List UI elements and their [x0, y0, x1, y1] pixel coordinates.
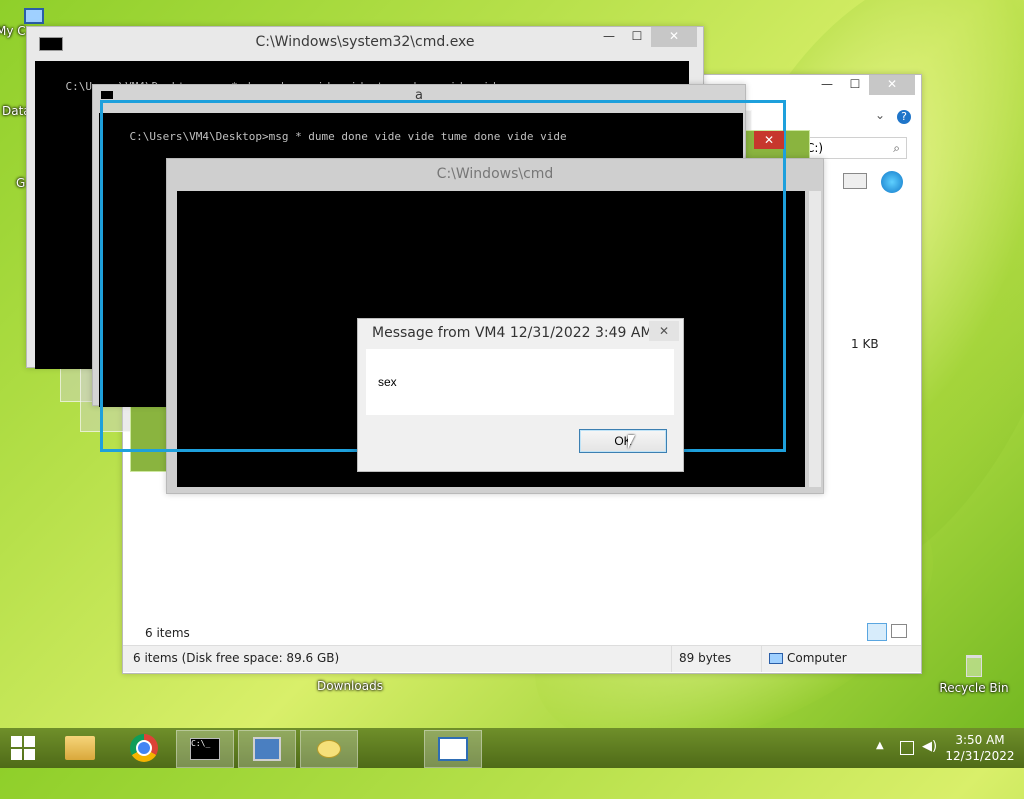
cmd-caption-buttons: — ☐ ✕ — [595, 27, 697, 47]
cmd-icon — [101, 91, 113, 99]
maximize-button[interactable]: ☐ — [623, 27, 651, 47]
cmd-icon — [39, 37, 63, 51]
help-icon[interactable]: ? — [897, 110, 911, 124]
taskbar-file-explorer[interactable] — [52, 730, 108, 766]
status-location: Computer — [787, 651, 847, 665]
minimize-button[interactable]: — — [595, 27, 623, 47]
chrome-icon — [130, 734, 158, 762]
preview-pane-icon[interactable] — [843, 173, 867, 189]
search-input[interactable]: C:) ⌕ — [801, 137, 907, 159]
close-button[interactable]: ✕ — [869, 75, 915, 95]
computer-icon — [769, 653, 783, 664]
start-button[interactable] — [0, 730, 46, 766]
ok-button[interactable]: OK — [579, 429, 667, 453]
network-tray-icon[interactable] — [900, 741, 914, 755]
recycle-bin-icon — [966, 655, 982, 677]
taskbar-cmd[interactable]: C:\_ — [176, 730, 234, 768]
status-bar: 6 items (Disk free space: 89.6 GB) 89 by… — [123, 645, 921, 672]
search-icon: ⌕ — [893, 141, 900, 155]
items-count: 6 items — [145, 626, 190, 640]
dialog-body: sex — [366, 349, 674, 415]
desktop-icon-recycle-bin[interactable]: Recycle Bin — [936, 655, 1012, 695]
taskbar-window-app[interactable] — [424, 730, 482, 768]
network-globe-icon[interactable] — [881, 171, 903, 193]
windows-start-icon — [11, 736, 35, 760]
details-view-button[interactable] — [867, 623, 887, 641]
taskbar: C:\_ ▲ ◀) 3:50 AM 12/31/2022 — [0, 728, 1024, 768]
show-hidden-icons-button[interactable]: ▲ — [876, 740, 884, 751]
status-size: 89 bytes — [679, 651, 732, 665]
minimize-button[interactable]: — — [813, 75, 841, 95]
dialog-close-button[interactable]: ✕ — [649, 321, 679, 341]
mouse-cursor-icon — [628, 435, 635, 449]
dialog-title: Message from VM4 12/31/2022 3:49 AM — [372, 325, 653, 341]
large-icons-view-button[interactable] — [891, 624, 907, 638]
chevron-down-icon[interactable]: ⌄ — [875, 108, 885, 122]
taskbar-chrome[interactable] — [116, 730, 172, 766]
chat-icon — [317, 740, 341, 758]
volume-icon[interactable]: ◀) — [922, 739, 937, 754]
dialog-message: sex — [378, 375, 397, 389]
app-window-icon — [438, 737, 468, 761]
close-button[interactable]: ✕ — [754, 131, 784, 149]
cmd-icon: C:\_ — [190, 738, 220, 760]
explorer-caption-buttons: — ☐ ✕ — [813, 75, 915, 95]
message-dialog[interactable]: Message from VM4 12/31/2022 3:49 AM ✕ se… — [357, 318, 684, 472]
clock-time: 3:50 AM — [955, 733, 1005, 747]
taskbar-messenger[interactable] — [300, 730, 358, 768]
clock[interactable]: 3:50 AM 12/31/2022 — [944, 732, 1016, 764]
desktop-icon-downloads[interactable]: Downloads — [312, 679, 388, 693]
clock-date: 12/31/2022 — [945, 749, 1015, 763]
taskbar-network-tool[interactable] — [238, 730, 296, 768]
network-computer-icon — [253, 737, 281, 761]
file-explorer-icon — [65, 736, 95, 760]
computer-icon — [24, 8, 44, 24]
file-size-label: 1 KB — [851, 337, 879, 351]
maximize-button[interactable]: ☐ — [841, 75, 869, 95]
scrollbar[interactable] — [809, 191, 821, 487]
status-disk-free: 6 items (Disk free space: 89.6 GB) — [133, 651, 340, 665]
close-button[interactable]: ✕ — [651, 27, 697, 47]
